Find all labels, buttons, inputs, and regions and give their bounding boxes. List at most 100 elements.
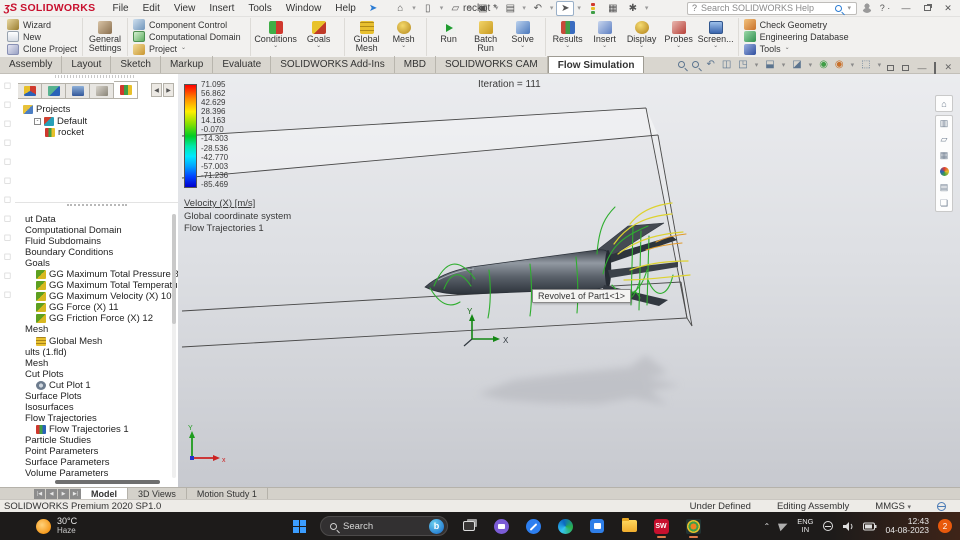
tree-panel-tab[interactable] xyxy=(18,83,42,99)
dropdown-caret-icon[interactable] xyxy=(316,44,321,50)
panel-grip[interactable] xyxy=(55,75,135,78)
user-account-icon[interactable] xyxy=(862,3,872,13)
menu-item[interactable]: View xyxy=(167,0,203,17)
commandmanager-tab[interactable]: Assembly xyxy=(0,56,62,73)
dropdown-caret-icon[interactable]: ▾ xyxy=(645,4,649,12)
menu-item[interactable]: Tools xyxy=(241,0,278,17)
web-help-icon[interactable] xyxy=(937,502,946,511)
previous-view-icon[interactable]: ↶ xyxy=(706,60,714,70)
zoom-area-icon[interactable] xyxy=(692,61,699,68)
ribbon-button[interactable]: Engineering Database xyxy=(744,31,853,42)
doc-minimize-button[interactable]: — xyxy=(917,63,926,73)
dropdown-caret-icon[interactable] xyxy=(273,44,278,50)
tree-item[interactable]: Mesh xyxy=(25,324,194,335)
ribbon-button[interactable]: Probes xyxy=(662,19,696,55)
toolbar-icon[interactable]: ◻ xyxy=(4,289,11,300)
ribbon-button[interactable]: Display xyxy=(625,19,659,55)
open-icon[interactable]: ▱ xyxy=(446,1,464,16)
ribbon-button[interactable]: Conditions xyxy=(256,19,296,55)
ribbon-button[interactable]: Global Mesh xyxy=(350,19,384,55)
tree-item[interactable]: GG Friction Force (X) 12 xyxy=(25,313,194,324)
tree-item[interactable]: GG Force (X) 11 xyxy=(25,302,194,313)
help-search-box[interactable]: ? Search SOLIDWORKS Help ▾ xyxy=(687,2,857,15)
ribbon-button[interactable]: Project xyxy=(133,44,245,55)
taskbar-weather-widget[interactable]: 30°C Haze xyxy=(0,517,77,535)
network-icon[interactable] xyxy=(823,521,833,531)
tree-vertical-scrollbar[interactable] xyxy=(172,214,176,478)
dropdown-caret-icon[interactable]: ▾ xyxy=(467,4,471,12)
tree-item[interactable]: Particle Studies xyxy=(25,435,194,446)
menu-item[interactable]: File xyxy=(105,0,135,17)
tree-panel-tab[interactable] xyxy=(114,81,138,99)
toolbar-icon[interactable]: ◻ xyxy=(4,213,11,224)
ribbon-button[interactable]: Solve xyxy=(506,19,540,55)
toolbar-icon[interactable]: ◻ xyxy=(4,251,11,262)
tree-item[interactable]: - Default xyxy=(23,116,87,128)
tree-panel-tab[interactable] xyxy=(42,83,66,99)
ribbon-button[interactable]: Batch Run xyxy=(469,19,503,55)
ribbon-button[interactable]: Mesh xyxy=(387,19,421,55)
document-tab[interactable]: 3D Views xyxy=(128,488,187,499)
ribbon-button[interactable]: Insert xyxy=(588,19,622,55)
notification-badge[interactable]: 2 xyxy=(938,519,952,533)
section-view-icon[interactable]: ◫ xyxy=(722,60,731,70)
home-icon[interactable]: ⌂ xyxy=(391,1,409,16)
tree-item[interactable]: GG Maximum Total Pressure 8 xyxy=(25,269,194,280)
graphics-viewport[interactable]: Y X Y x Iteration = 111 xyxy=(178,74,960,487)
dropdown-caret-icon[interactable]: ▾ xyxy=(440,4,444,12)
next-sheet-icon[interactable]: ▶ xyxy=(58,489,69,499)
toolbar-icon[interactable]: ◻ xyxy=(4,270,11,281)
dropdown-caret-icon[interactable] xyxy=(401,44,406,50)
ribbon-button[interactable]: Screen... xyxy=(699,19,733,55)
tree-item[interactable]: Volume Parameters xyxy=(25,468,194,479)
solidworks-app-button[interactable]: SW xyxy=(650,514,672,538)
design-library-icon[interactable]: ▥ xyxy=(937,117,951,130)
tree-item[interactable]: Mesh xyxy=(25,358,194,369)
toolbar-icon[interactable]: ◻ xyxy=(4,137,11,148)
first-sheet-icon[interactable]: |◀ xyxy=(34,489,45,499)
view-orientation-icon[interactable]: ⬓ xyxy=(765,60,774,70)
tree-item[interactable]: GG Maximum Total Temperature 9 xyxy=(25,280,194,291)
ribbon-button[interactable]: Run xyxy=(432,19,466,55)
dropdown-caret-icon[interactable]: ▾ xyxy=(412,4,416,12)
tree-item[interactable]: Flow Trajectories 1 xyxy=(25,424,194,435)
dropdown-caret-icon[interactable] xyxy=(602,44,607,50)
tree-item[interactable]: ut Data xyxy=(25,214,194,225)
search-icon[interactable] xyxy=(835,5,842,12)
edge-button[interactable] xyxy=(554,514,576,538)
hidden-icons-chevron[interactable]: ⌃ xyxy=(764,522,771,531)
new-document-icon[interactable]: ▯ xyxy=(419,1,437,16)
tools-app-button[interactable] xyxy=(522,514,544,538)
tree-item[interactable]: ults (1.fld) xyxy=(25,347,194,358)
dropdown-caret-icon[interactable]: ▾ xyxy=(495,4,499,12)
commandmanager-tab[interactable]: Markup xyxy=(161,56,213,73)
view-palette-icon[interactable]: ▦ xyxy=(937,149,951,162)
tree-item[interactable]: Computational Domain xyxy=(25,225,194,236)
toolbar-icon[interactable]: ◻ xyxy=(4,175,11,186)
commandmanager-tab[interactable]: MBD xyxy=(395,56,436,73)
custom-properties-icon[interactable]: ▤ xyxy=(937,181,951,194)
tree-item[interactable]: Isosurfaces xyxy=(25,402,194,413)
toolbar-icon[interactable]: ◻ xyxy=(4,99,11,110)
ribbon-button[interactable]: Tools xyxy=(744,44,853,55)
tree-item[interactable]: Cut Plots xyxy=(25,369,194,380)
file-explorer-icon[interactable]: ▱ xyxy=(937,133,951,146)
dropdown-caret-icon[interactable]: ▾ xyxy=(550,4,554,12)
tree-item[interactable]: Boundary Conditions xyxy=(25,247,194,258)
commandmanager-tab[interactable]: Evaluate xyxy=(213,56,271,73)
minimize-button[interactable]: — xyxy=(898,1,914,15)
tree-item[interactable]: Goals xyxy=(25,258,194,269)
options-icon[interactable]: ✱ xyxy=(624,1,642,16)
units-selector[interactable]: MMGS ▾ xyxy=(875,501,911,512)
store-button[interactable] xyxy=(586,514,608,538)
last-sheet-icon[interactable]: ▶| xyxy=(70,489,81,499)
menu-item[interactable]: Help xyxy=(328,0,363,17)
ribbon-button[interactable]: Clone Project xyxy=(7,44,77,55)
toolbar-icon[interactable]: ◻ xyxy=(4,118,11,129)
tabs-scroll-right-icon[interactable]: ▶ xyxy=(163,83,174,97)
tree-panel-tab[interactable] xyxy=(90,83,114,99)
tree-item[interactable]: Surface Parameters xyxy=(25,457,194,468)
display-settings-icon[interactable]: ▦ xyxy=(604,1,622,16)
tabs-scroll-left-icon[interactable]: ◀ xyxy=(151,83,162,97)
dropdown-caret-icon[interactable]: ▾ xyxy=(577,4,581,12)
